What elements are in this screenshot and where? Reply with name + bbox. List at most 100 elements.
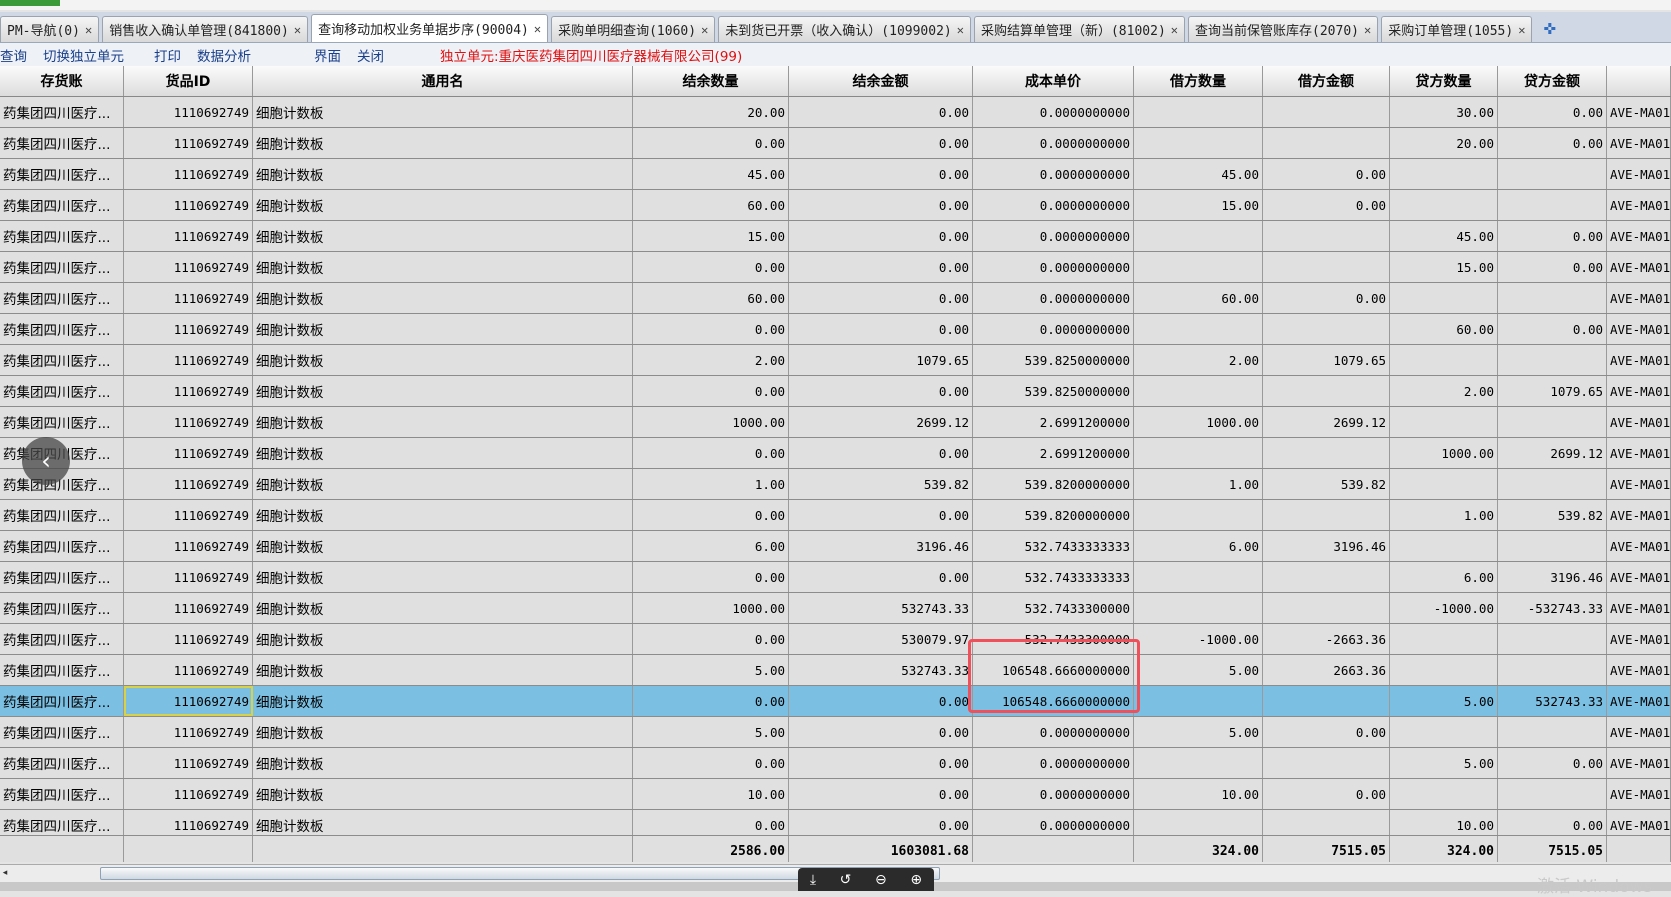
cell-inventory-account[interactable]: 药集团四川医疗... [0, 407, 124, 437]
cell-unit-cost[interactable]: 539.8250000000 [973, 345, 1134, 375]
table-row[interactable]: 药集团四川医疗... 1110692749 细胞计数板 0.00 0.00 0.00000… [0, 252, 1671, 283]
column-header-inventory-account[interactable]: 存货账 [0, 66, 124, 96]
close-icon[interactable]: ✕ [957, 23, 964, 37]
cell-code[interactable]: AVE-MA01M [1607, 748, 1671, 778]
cell-balance-amount[interactable]: 0.00 [789, 314, 973, 344]
cell-debit-amount[interactable] [1263, 97, 1390, 127]
cell-inventory-account[interactable]: 药集团四川医疗... [0, 128, 124, 158]
tab-purchase-detail[interactable]: 采购单明细查询(1060) ✕ [551, 16, 716, 42]
cell-product-id[interactable]: 1110692749 [124, 345, 253, 375]
column-header-credit-amount[interactable]: 贷方金额 [1498, 66, 1607, 96]
cell-credit-qty[interactable]: 1000.00 [1390, 438, 1498, 468]
cell-inventory-account[interactable]: 药集团四川医疗... [0, 190, 124, 220]
tab-moving-weighted[interactable]: 查询移动加权业务单据步序(90004) ✕ [311, 14, 549, 42]
cell-unit-cost[interactable]: 0.0000000000 [973, 128, 1134, 158]
cell-balance-amount[interactable]: 0.00 [789, 748, 973, 778]
cell-credit-amount[interactable]: 0.00 [1498, 97, 1607, 127]
cell-product-id[interactable]: 1110692749 [124, 221, 253, 251]
cell-generic-name[interactable]: 细胞计数板 [253, 531, 633, 561]
cell-balance-amount[interactable]: 0.00 [789, 159, 973, 189]
cell-credit-amount[interactable] [1498, 283, 1607, 313]
cell-product-id[interactable]: 1110692749 [124, 531, 253, 561]
cell-balance-qty[interactable]: 0.00 [633, 562, 789, 592]
cell-unit-cost[interactable]: 0.0000000000 [973, 159, 1134, 189]
cell-debit-qty[interactable]: 10.00 [1134, 779, 1263, 809]
cell-credit-amount[interactable] [1498, 159, 1607, 189]
column-header-balance-qty[interactable]: 结余数量 [633, 66, 789, 96]
cell-product-id[interactable]: 1110692749 [124, 562, 253, 592]
cell-unit-cost[interactable]: 0.0000000000 [973, 748, 1134, 778]
cell-credit-qty[interactable]: 6.00 [1390, 562, 1498, 592]
cell-code[interactable]: AVE-MA01M [1607, 190, 1671, 220]
download-icon[interactable]: ⤓ [810, 872, 816, 888]
data-analysis-button[interactable]: 数据分析 [197, 45, 251, 65]
table-row[interactable]: 药集团四川医疗... 1110692749 细胞计数板 1000.00 2699.12 2… [0, 407, 1671, 438]
prev-arrow-icon[interactable]: ‹ [22, 437, 70, 485]
cell-code[interactable]: AVE-MA01M [1607, 438, 1671, 468]
cell-debit-amount[interactable]: 539.82 [1263, 469, 1390, 499]
cell-product-id[interactable]: 1110692749 [124, 159, 253, 189]
cell-inventory-account[interactable]: 药集团四川医疗... [0, 624, 124, 654]
cell-balance-amount[interactable]: 0.00 [789, 779, 973, 809]
table-row[interactable]: 药集团四川医疗... 1110692749 细胞计数板 0.00 530079.97 53… [0, 624, 1671, 655]
cell-debit-qty[interactable] [1134, 500, 1263, 530]
tab-uninvoiced[interactable]: 未到货已开票（收入确认）(1099002) ✕ [718, 16, 971, 42]
cell-debit-qty[interactable] [1134, 128, 1263, 158]
cell-debit-amount[interactable]: 0.00 [1263, 190, 1390, 220]
cell-debit-amount[interactable] [1263, 314, 1390, 344]
cell-debit-qty[interactable]: 15.00 [1134, 190, 1263, 220]
cell-inventory-account[interactable]: 药集团四川医疗... [0, 252, 124, 282]
cell-credit-qty[interactable] [1390, 624, 1498, 654]
cell-unit-cost[interactable]: 532.7433333333 [973, 562, 1134, 592]
cell-debit-qty[interactable]: 2.00 [1134, 345, 1263, 375]
cell-balance-amount[interactable]: 0.00 [789, 190, 973, 220]
cell-balance-amount[interactable]: 0.00 [789, 221, 973, 251]
tab-purchase-order[interactable]: 采购订单管理(1055) ✕ [1381, 16, 1533, 42]
cell-debit-amount[interactable]: 0.00 [1263, 159, 1390, 189]
table-row[interactable]: 药集团四川医疗... 1110692749 细胞计数板 10.00 0.00 0.0000… [0, 779, 1671, 810]
close-icon[interactable]: ✕ [701, 23, 708, 37]
table-row[interactable]: 药集团四川医疗... 1110692749 细胞计数板 0.00 0.00 0.00000… [0, 748, 1671, 779]
cell-product-id[interactable]: 1110692749 [124, 748, 253, 778]
cell-debit-amount[interactable]: -2663.36 [1263, 624, 1390, 654]
cell-product-id[interactable]: 1110692749 [124, 190, 253, 220]
cell-inventory-account[interactable]: 药集团四川医疗... [0, 159, 124, 189]
cell-credit-amount[interactable] [1498, 655, 1607, 685]
column-header-code[interactable] [1607, 66, 1671, 96]
table-row[interactable]: 药集团四川医疗... 1110692749 细胞计数板 15.00 0.00 0.0000… [0, 221, 1671, 252]
cell-generic-name[interactable]: 细胞计数板 [253, 624, 633, 654]
cell-credit-qty[interactable] [1390, 469, 1498, 499]
cell-product-id[interactable]: 1110692749 [124, 283, 253, 313]
cell-unit-cost[interactable]: 539.8250000000 [973, 376, 1134, 406]
cell-debit-qty[interactable]: 5.00 [1134, 717, 1263, 747]
cell-debit-amount[interactable] [1263, 562, 1390, 592]
cell-balance-qty[interactable]: 0.00 [633, 376, 789, 406]
table-row[interactable]: 药集团四川医疗... 1110692749 细胞计数板 5.00 0.00 0.00000… [0, 717, 1671, 748]
cell-balance-amount[interactable]: 1079.65 [789, 345, 973, 375]
cell-credit-qty[interactable]: 5.00 [1390, 686, 1498, 716]
cell-inventory-account[interactable]: 药集团四川医疗... [0, 655, 124, 685]
cell-debit-amount[interactable] [1263, 221, 1390, 251]
cell-unit-cost[interactable]: 0.0000000000 [973, 221, 1134, 251]
cell-credit-amount[interactable]: 539.82 [1498, 500, 1607, 530]
close-icon[interactable]: ✕ [534, 22, 541, 36]
cell-generic-name[interactable]: 细胞计数板 [253, 345, 633, 375]
switch-unit-button[interactable]: 切换独立单元 [43, 45, 124, 65]
cell-product-id[interactable]: 1110692749 [124, 500, 253, 530]
cell-credit-amount[interactable]: 532743.33 [1498, 686, 1607, 716]
cell-credit-qty[interactable] [1390, 717, 1498, 747]
cell-balance-amount[interactable]: 0.00 [789, 376, 973, 406]
cell-generic-name[interactable]: 细胞计数板 [253, 748, 633, 778]
cell-generic-name[interactable]: 细胞计数板 [253, 562, 633, 592]
tab-pm-nav[interactable]: PM-导航(0) ✕ [0, 16, 100, 42]
cell-code[interactable]: AVE-MA01M [1607, 562, 1671, 592]
cell-code[interactable]: AVE-MA01M [1607, 128, 1671, 158]
cell-code[interactable]: AVE-MA01M [1607, 500, 1671, 530]
cell-balance-qty[interactable]: 20.00 [633, 97, 789, 127]
cell-debit-qty[interactable] [1134, 686, 1263, 716]
tab-sales-income[interactable]: 销售收入确认单管理(841800) ✕ [102, 16, 309, 42]
cell-debit-qty[interactable] [1134, 221, 1263, 251]
cell-debit-qty[interactable] [1134, 376, 1263, 406]
cell-balance-amount[interactable]: 2699.12 [789, 407, 973, 437]
cell-code[interactable]: AVE-MA01M [1607, 717, 1671, 747]
